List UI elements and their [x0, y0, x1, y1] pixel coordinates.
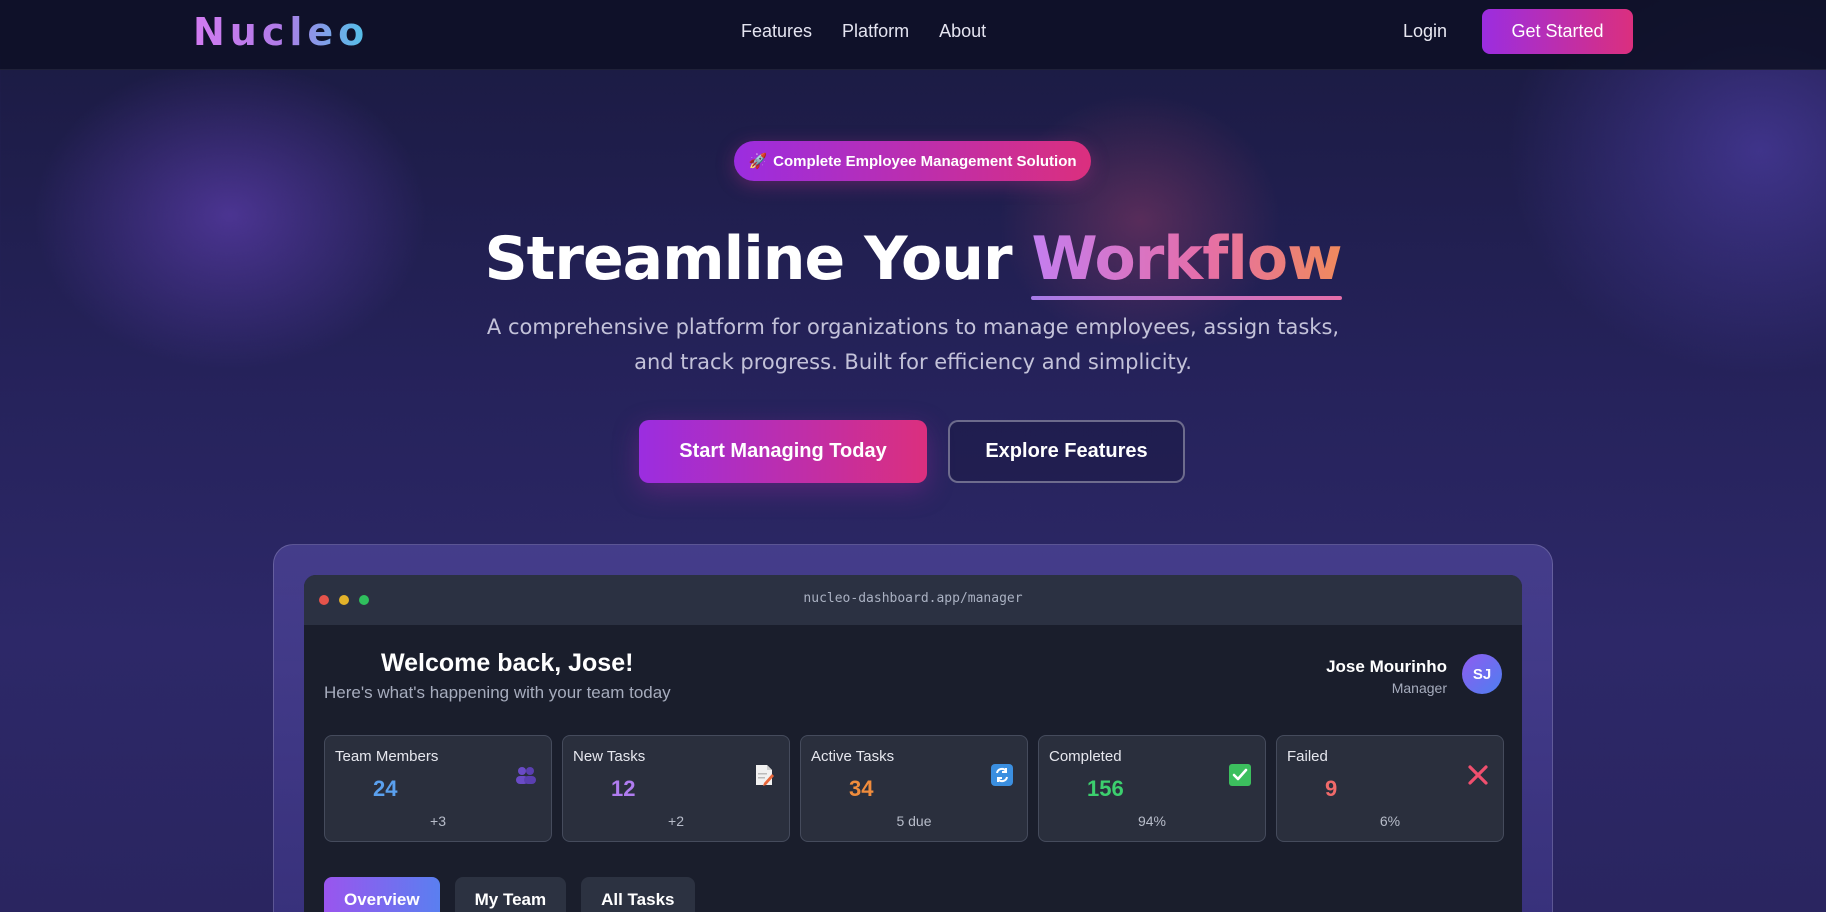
close-icon [1468, 765, 1488, 785]
stat-label: Failed [1287, 748, 1328, 765]
stat-value: 9 [1325, 776, 1338, 801]
stat-value: 156 [1087, 776, 1124, 801]
stat-delta: 6% [1379, 813, 1401, 829]
stat-card-completed: Completed 156 94% [1038, 735, 1266, 842]
stat-card-failed: Failed 9 6% [1276, 735, 1504, 842]
dashboard-tabs: Overview My Team All Tasks [324, 877, 695, 912]
stat-value: 24 [373, 776, 398, 801]
stat-delta: +2 [668, 813, 684, 829]
nav-links: Features Platform About [741, 21, 986, 42]
user-role: Manager [1391, 680, 1447, 696]
stat-delta: 5 due [896, 813, 932, 829]
tab-all-tasks[interactable]: All Tasks [581, 877, 695, 912]
logo[interactable]: Nucleo [193, 10, 369, 54]
stat-delta: +3 [430, 813, 446, 829]
stat-card-team-members: Team Members 24 +3 [324, 735, 552, 842]
welcome-subtitle: Here's what's happening with your team t… [324, 683, 671, 702]
hero-subtitle-line-2: and track progress. Built for efficiency… [634, 350, 1192, 374]
hero-subtitle-line-1: A comprehensive platform for organizatio… [486, 315, 1340, 339]
start-managing-button[interactable]: Start Managing Today [639, 420, 927, 483]
get-started-button[interactable]: Get Started [1482, 9, 1633, 54]
hero-badge-text: Complete Employee Management Solution [773, 152, 1077, 170]
hero-subtitle: A comprehensive platform for organizatio… [470, 310, 1356, 380]
login-link[interactable]: Login [1403, 21, 1447, 42]
stat-value: 34 [849, 776, 874, 801]
tab-my-team[interactable]: My Team [454, 877, 567, 912]
refresh-icon [991, 764, 1013, 786]
memo-icon [756, 765, 774, 786]
stat-delta: 94% [1137, 813, 1167, 829]
hero-badge: 🚀 Complete Employee Management Solution [734, 141, 1091, 181]
stat-label: New Tasks [573, 748, 646, 765]
nav-link-features[interactable]: Features [741, 21, 812, 42]
stat-label: Active Tasks [811, 748, 895, 765]
explore-features-button[interactable]: Explore Features [948, 420, 1185, 483]
stat-label: Team Members [335, 748, 439, 765]
tab-overview[interactable]: Overview [324, 877, 440, 912]
window-titlebar: nucleo-dashboard.app/manager [304, 575, 1522, 625]
rocket-icon: 🚀 [748, 153, 768, 170]
stat-label: Completed [1049, 748, 1122, 765]
user-name: Jose Mourinho [1326, 657, 1447, 676]
stat-card-new-tasks: New Tasks 12 +2 [562, 735, 790, 842]
stat-value: 12 [611, 776, 636, 801]
check-icon [1229, 764, 1251, 786]
hero-headline-highlight: Workflow [1031, 224, 1343, 300]
nav-link-platform[interactable]: Platform [842, 21, 909, 42]
stat-card-active-tasks: Active Tasks 34 5 due [800, 735, 1028, 842]
dashboard-window: nucleo-dashboard.app/manager Welcome bac… [304, 575, 1522, 912]
top-nav: Nucleo Features Platform About Login Get… [0, 0, 1826, 70]
stats-row: Team Members 24 +3 New Tasks 12 +2 Activ… [324, 735, 1504, 842]
nav-link-about[interactable]: About [939, 21, 986, 42]
hero-headline-main: Streamline Your [484, 224, 1032, 294]
window-url: nucleo-dashboard.app/manager [803, 591, 1023, 606]
avatar[interactable]: SJ [1462, 654, 1502, 694]
hero-headline: Streamline Your Workflow [0, 224, 1826, 300]
people-icon [516, 767, 536, 784]
welcome-heading: Welcome back, Jose! [381, 649, 634, 677]
